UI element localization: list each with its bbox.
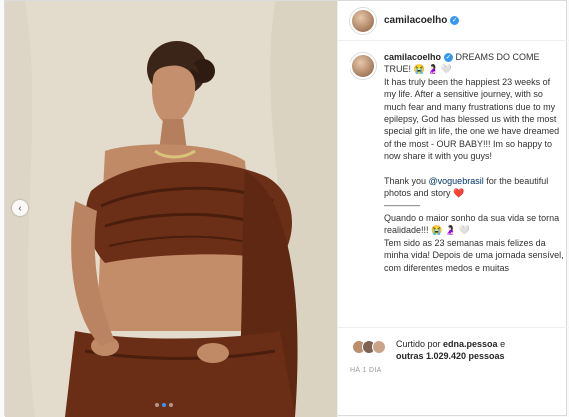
chevron-left-icon: ‹ [18,202,22,214]
avatar[interactable] [350,7,376,34]
heart-emoji: ❤️ [453,188,465,199]
liked-by-middle: e [497,339,506,349]
post-header: camilacoelho ✓ [338,1,569,41]
carousel-prev-button[interactable]: ‹ [12,200,28,216]
liked-by-prefix: Curtido por [396,339,444,349]
caption-comment: camilacoelho ✓ DREAMS DO COME TRUE! 😭 🤰🏻 … [350,51,565,321]
caption-divider: ———— [384,200,420,211]
caption-paragraph-pt-1: Quando o maior sonho da sua vida se torn… [384,212,560,236]
caption-avatar[interactable] [350,53,376,79]
caption-text: camilacoelho ✓ DREAMS DO COME TRUE! 😭 🤰🏻 … [384,51,564,321]
mention-link[interactable]: @voguebrasil [429,176,484,186]
liker-avatars[interactable] [352,340,386,354]
photo-illustration [5,1,337,417]
carousel-dot [169,403,173,407]
caption-paragraph-pt-2: Tem sido as 23 semanas mais felizes da m… [384,237,564,273]
post-photo[interactable]: ‹ [5,1,337,417]
carousel-dot-active [162,403,166,407]
avatar [372,340,386,354]
verified-badge-icon: ✓ [444,53,454,63]
post-timestamp[interactable]: HÁ 1 DIA [350,367,382,374]
caption-paragraph-en: It has truly been the happiest 23 weeks … [384,76,560,162]
likes-section: Curtido por edna.pessoa e outras 1.029.4… [338,327,569,417]
liked-by-text: Curtido por edna.pessoa e outras 1.029.4… [396,338,556,362]
carousel-dot [155,403,159,407]
liked-by-others-link[interactable]: outras 1.029.420 pessoas [396,351,505,361]
instagram-post-frame: ‹ camilacoelho ✓ camilacoelho ✓ DREAMS DO [0,0,569,417]
liked-by-user-link[interactable]: edna.pessoa [443,339,498,349]
caption-username[interactable]: camilacoelho [384,52,441,62]
thanks-prefix: Thank you [384,175,429,186]
carousel-dots [155,403,173,407]
header-username[interactable]: camilacoelho [384,15,447,26]
post-sidebar: camilacoelho ✓ camilacoelho ✓ DREAMS DO C… [337,1,569,417]
post-card: ‹ camilacoelho ✓ camilacoelho ✓ DREAMS DO [4,0,569,417]
verified-badge-icon: ✓ [450,16,460,25]
